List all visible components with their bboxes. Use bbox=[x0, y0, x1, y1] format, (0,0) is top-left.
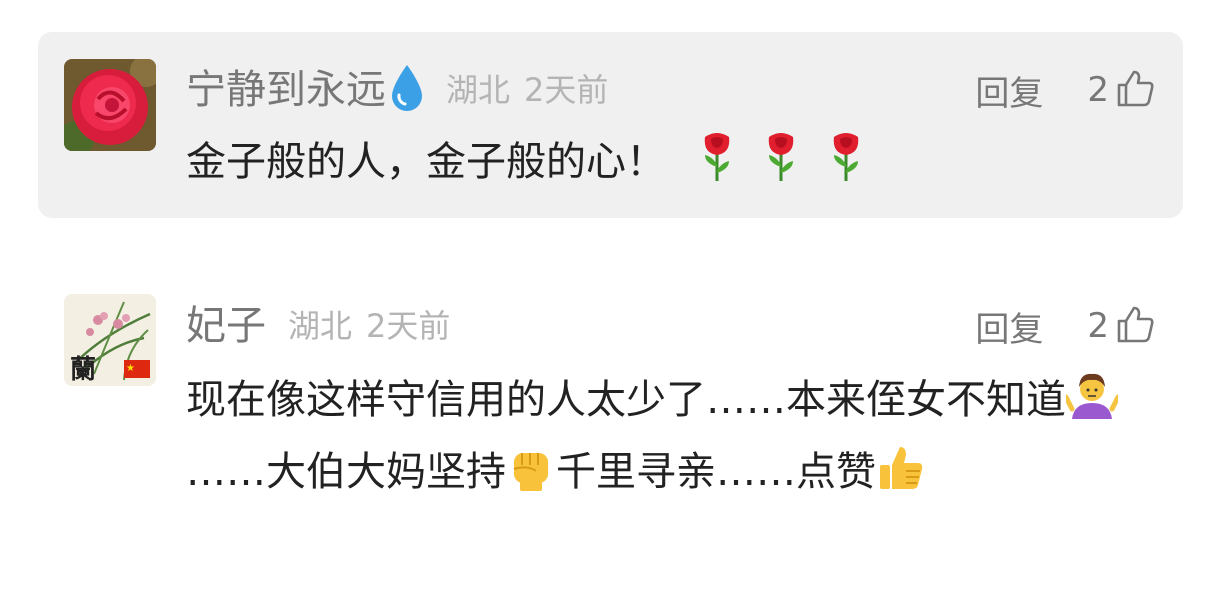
comment-header: 妃子 湖北 2天前 bbox=[186, 296, 450, 356]
location-label: 湖北 bbox=[446, 71, 511, 109]
username[interactable]: 妃子 bbox=[186, 296, 266, 356]
comment-actions: 回复 2 bbox=[975, 60, 1155, 120]
raised-fist-icon bbox=[506, 443, 556, 512]
rose-avatar-image bbox=[64, 59, 156, 151]
rose-icon bbox=[826, 131, 866, 202]
avatar[interactable] bbox=[64, 59, 156, 151]
comment-meta: 湖北 2天前 bbox=[446, 60, 608, 120]
comment-actions: 回复 2 bbox=[975, 296, 1155, 356]
reply-button[interactable]: 回复 bbox=[975, 302, 1043, 351]
thumbs-up-icon[interactable] bbox=[1115, 304, 1155, 348]
comment-header: 宁静到永远 湖北 2天前 bbox=[186, 60, 608, 120]
thumbs-up-icon[interactable] bbox=[1115, 68, 1155, 112]
shrugging-woman-icon bbox=[1063, 369, 1121, 440]
timestamp: 2天前 bbox=[366, 307, 451, 345]
rose-icon bbox=[761, 131, 801, 202]
water-drop-icon bbox=[390, 63, 424, 117]
comment-body: 现在像这样守信用的人太少了……本来侄女不知道 ……大伯大妈坚持 千里寻亲……点赞 bbox=[186, 368, 1156, 512]
rose-icon bbox=[697, 131, 737, 202]
username[interactable]: 宁静到永远 bbox=[186, 60, 386, 120]
reply-button[interactable]: 回复 bbox=[975, 66, 1043, 115]
thumbs-up-emoji-icon bbox=[876, 443, 926, 512]
location-label: 湖北 bbox=[288, 307, 353, 345]
comment-text-part-2: ……大伯大妈坚持 bbox=[186, 449, 506, 495]
comment-card: 蘭 ★ 妃子 湖北 2天前 回复 2 现在像这样守信用的人太少了……本来侄女不知道 bbox=[38, 270, 1183, 510]
like-count: 2 bbox=[1087, 70, 1109, 110]
svg-text:★: ★ bbox=[126, 363, 135, 374]
orchid-avatar-image: 蘭 ★ bbox=[64, 294, 156, 386]
avatar[interactable]: 蘭 ★ bbox=[64, 294, 156, 386]
like-count: 2 bbox=[1087, 306, 1109, 346]
comment-text-part-3: 千里寻亲……点赞 bbox=[556, 449, 876, 495]
timestamp: 2天前 bbox=[524, 71, 609, 109]
comment-body: 金子般的人，金子般的心！ bbox=[186, 130, 1156, 202]
comment-card-highlighted: 宁静到永远 湖北 2天前 回复 2 金子般的人，金子般的心！ bbox=[38, 32, 1183, 218]
svg-text:蘭: 蘭 bbox=[70, 355, 96, 385]
comment-meta: 湖北 2天前 bbox=[288, 296, 450, 356]
comment-text-part-1: 现在像这样守信用的人太少了……本来侄女不知道 bbox=[186, 377, 1066, 423]
comment-text: 金子般的人，金子般的心！ bbox=[186, 139, 666, 185]
